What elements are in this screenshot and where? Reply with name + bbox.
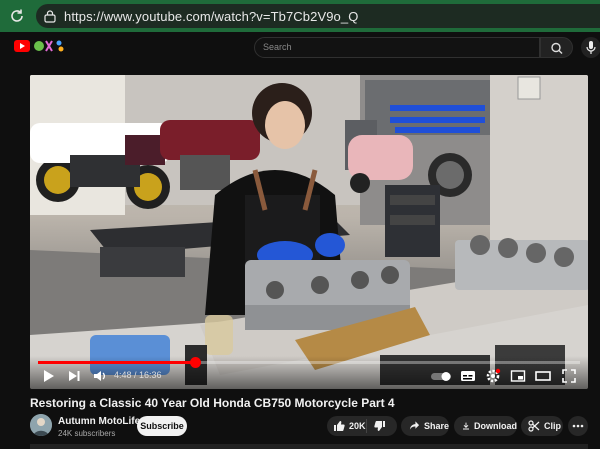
- like-icon[interactable]: [333, 420, 345, 432]
- like-dislike-group: 20K: [327, 416, 397, 436]
- autoplay-toggle-icon[interactable]: [430, 368, 452, 384]
- settings-icon[interactable]: [485, 368, 501, 384]
- clip-label: Clip: [544, 421, 561, 431]
- search-placeholder: Search: [263, 42, 292, 52]
- search-icon: [551, 42, 563, 54]
- progress-bar[interactable]: [38, 357, 580, 368]
- progress-played: [38, 361, 195, 364]
- like-dislike-divider: [366, 419, 367, 433]
- download-button[interactable]: Download: [454, 416, 517, 436]
- browser-toolbar: https://www.youtube.com/watch?v=Tb7Cb2V9…: [0, 0, 600, 32]
- subscribe-button[interactable]: Subscribe: [137, 416, 187, 436]
- like-count[interactable]: 20K: [349, 421, 366, 431]
- subscriber-count: 24K subscribers: [58, 429, 116, 438]
- miniplayer-icon[interactable]: [510, 368, 526, 384]
- microphone-icon: [586, 41, 596, 54]
- fullscreen-icon[interactable]: [561, 368, 577, 384]
- volume-icon[interactable]: [92, 368, 108, 384]
- more-icon: [572, 424, 584, 428]
- progress-scrubber[interactable]: [189, 357, 201, 368]
- download-icon: [463, 422, 469, 430]
- channel-avatar[interactable]: [30, 414, 52, 436]
- search-button[interactable]: [540, 37, 573, 58]
- more-actions-button[interactable]: [568, 416, 588, 436]
- dislike-icon[interactable]: [374, 420, 386, 432]
- address-bar[interactable]: https://www.youtube.com/watch?v=Tb7Cb2V9…: [36, 4, 600, 28]
- video-frame: [30, 75, 588, 389]
- search-input[interactable]: Search: [254, 37, 540, 58]
- download-label: Download: [474, 421, 517, 431]
- video-player[interactable]: [30, 75, 588, 389]
- subtitles-icon[interactable]: [460, 368, 476, 384]
- youtube-header: Search: [0, 32, 600, 62]
- youtube-logo-icon[interactable]: [14, 40, 30, 52]
- next-icon[interactable]: [66, 368, 82, 384]
- share-button[interactable]: Share: [401, 416, 449, 436]
- share-icon: [409, 421, 420, 430]
- description-box-edge: [30, 444, 588, 449]
- site-info-icon[interactable]: [43, 9, 57, 23]
- video-title: Restoring a Classic 40 Year Old Honda CB…: [30, 396, 395, 410]
- scissors-icon: [528, 420, 540, 432]
- reload-icon[interactable]: [8, 7, 26, 25]
- share-label: Share: [423, 421, 449, 431]
- clip-button[interactable]: Clip: [521, 416, 563, 436]
- url-text[interactable]: https://www.youtube.com/watch?v=Tb7Cb2V9…: [64, 9, 358, 24]
- play-icon[interactable]: [40, 368, 56, 384]
- theater-mode-icon[interactable]: [535, 368, 551, 384]
- doodle-icon[interactable]: [33, 38, 67, 54]
- channel-name[interactable]: Autumn MotoLife: [58, 416, 140, 427]
- voice-search-button[interactable]: [581, 37, 600, 58]
- time-display: 4:48 / 16:36: [114, 370, 162, 380]
